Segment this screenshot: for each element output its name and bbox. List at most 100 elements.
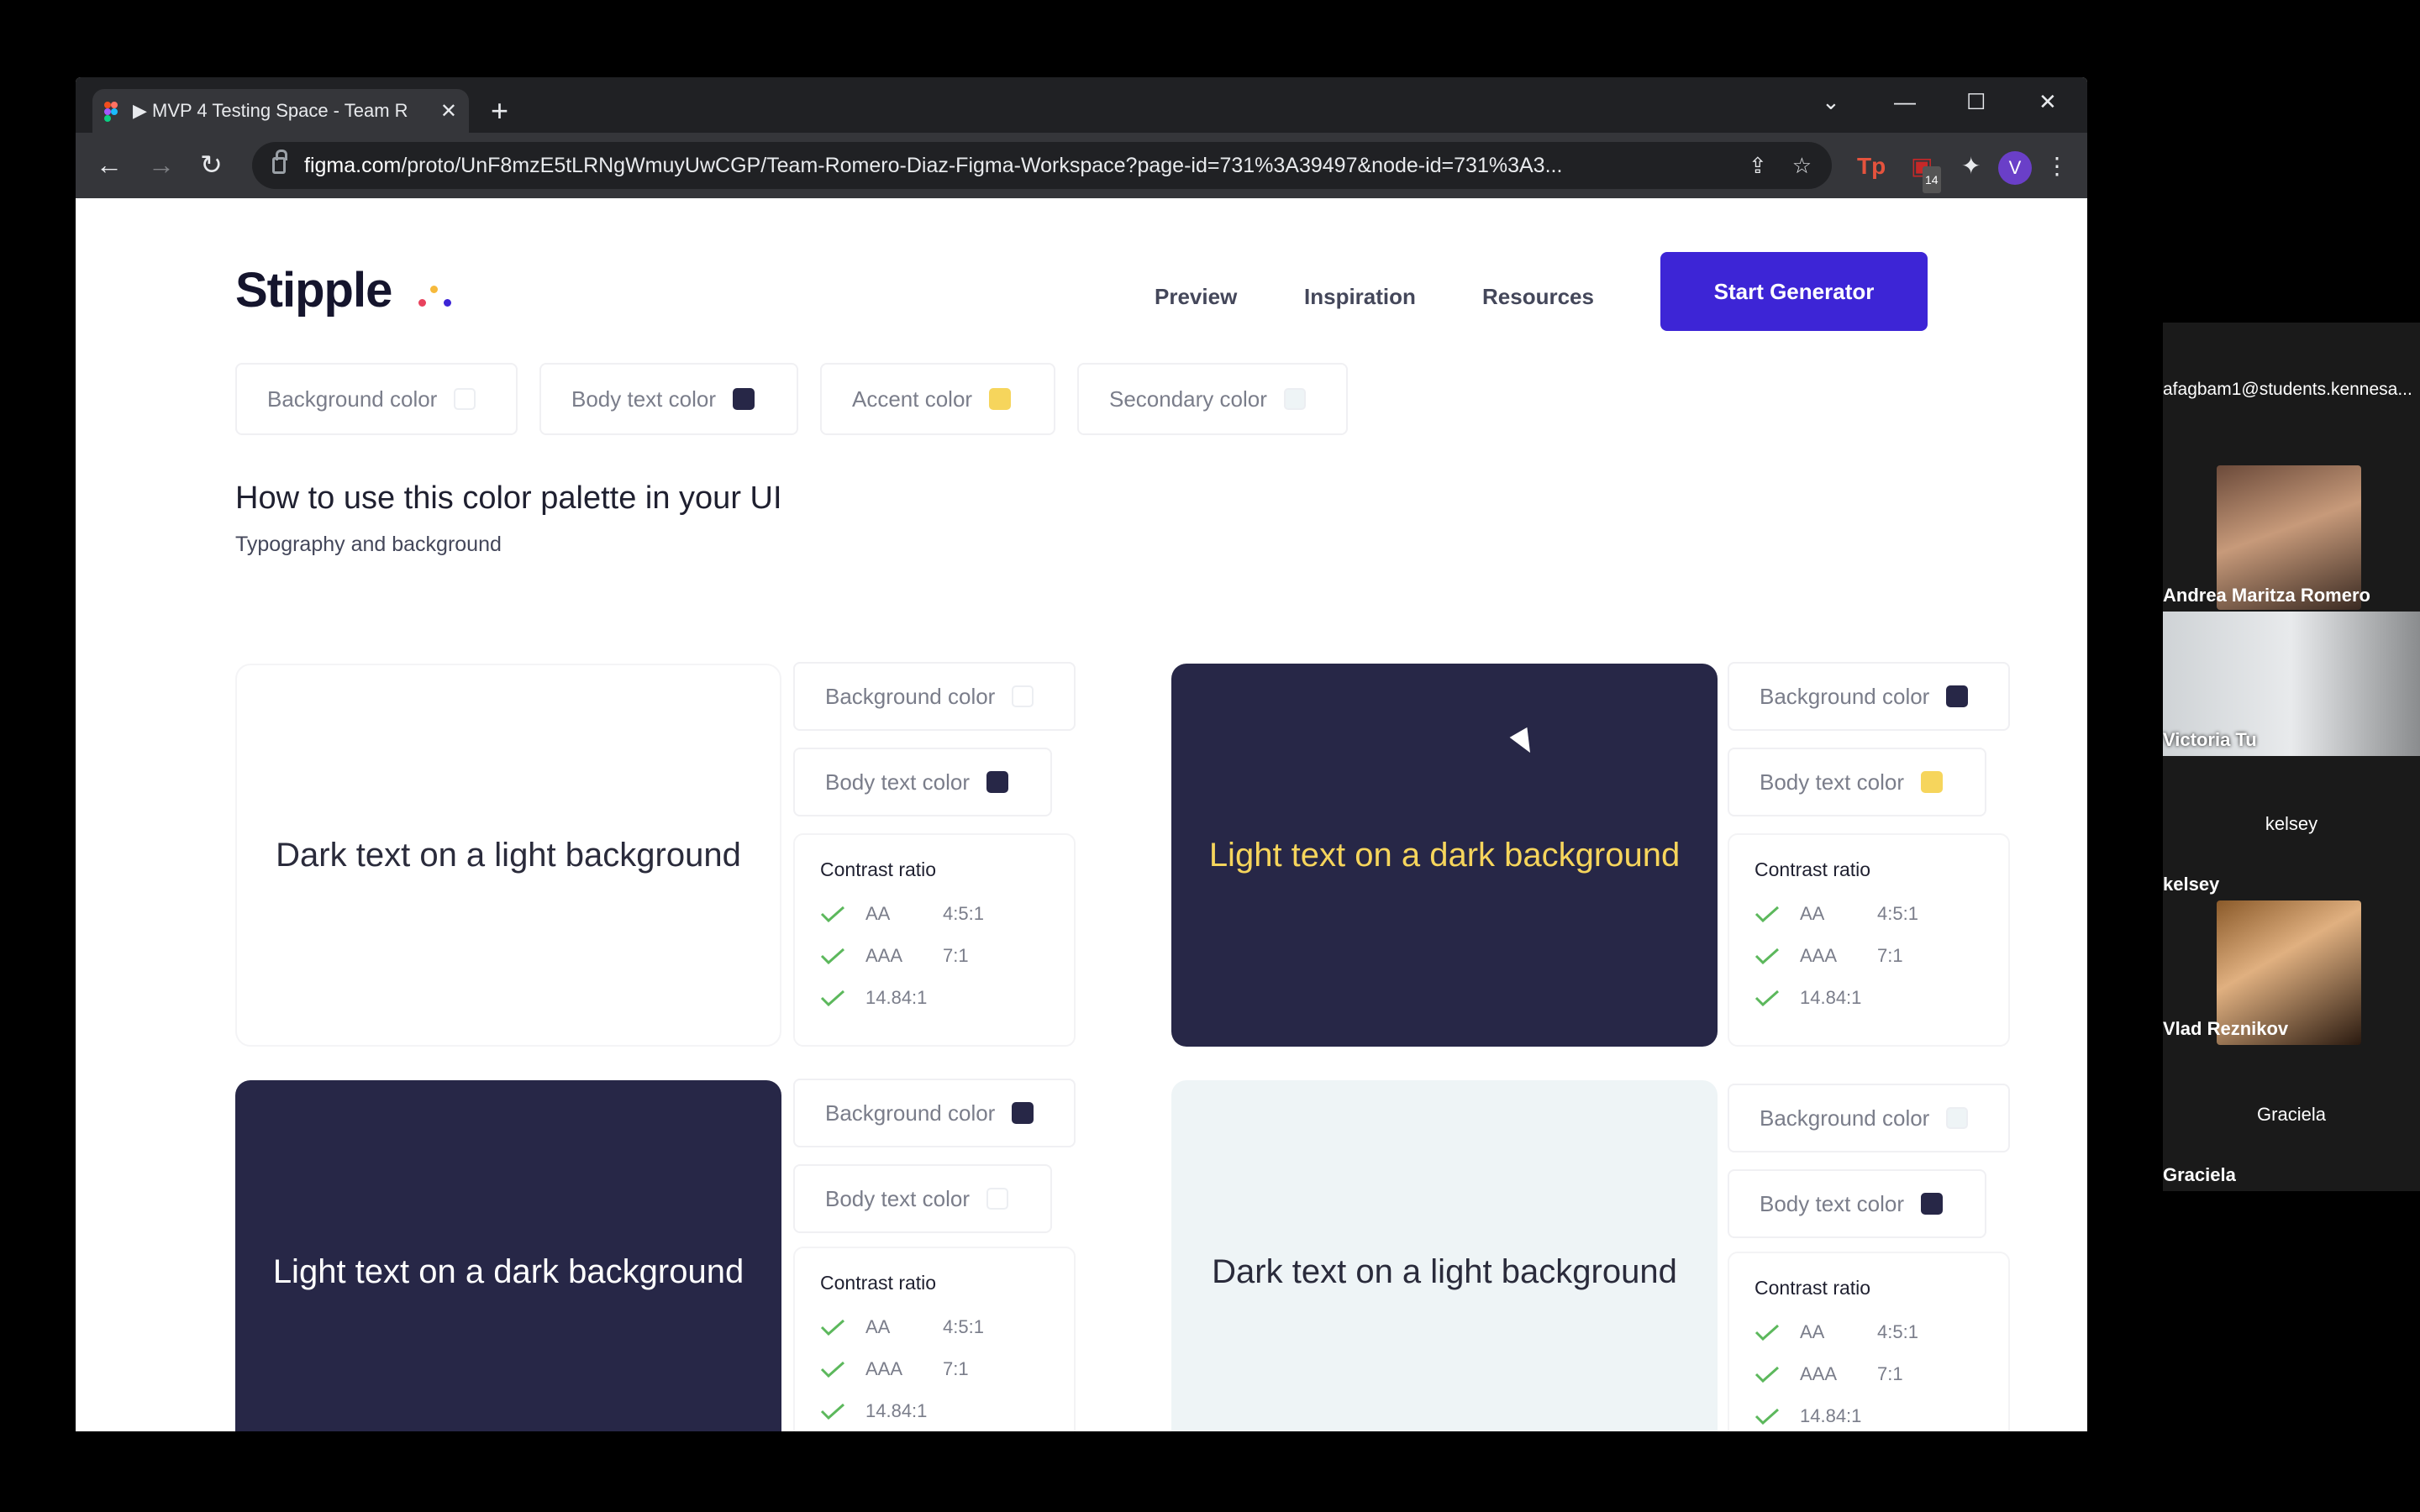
contrast-row: 14.84:1 xyxy=(1754,977,1983,1019)
preview-card: Light text on a dark background xyxy=(1171,664,1718,1047)
minimize-button[interactable]: — xyxy=(1894,89,1916,115)
contrast-title: Contrast ratio xyxy=(820,1272,937,1294)
contrast-level: 14.84:1 xyxy=(1800,1405,1862,1426)
url-domain: figma.com xyxy=(304,153,402,177)
maximize-button[interactable]: ☐ xyxy=(1966,89,1986,115)
check-icon xyxy=(820,1403,844,1420)
browser-toolbar: ← → ↻ figma.com/proto/UnF8mzE5tLRNgWmuyU… xyxy=(76,133,2087,198)
color-swatch xyxy=(1012,685,1034,707)
check-icon xyxy=(820,906,844,922)
example-bg-color[interactable]: Background color xyxy=(793,1079,1076,1147)
share-icon[interactable]: ⇪ xyxy=(1749,153,1767,179)
contrast-level: AAA xyxy=(865,945,903,966)
contrast-level: AA xyxy=(1800,1321,1825,1342)
contrast-value: 4:5:1 xyxy=(943,1316,984,1337)
participants-panel: afagbam1@students.kennesa... Andrea Mari… xyxy=(2163,323,2420,1191)
contrast-row: 14.84:1 xyxy=(820,977,1049,1019)
chip-body-text-color[interactable]: Body text color xyxy=(539,363,798,435)
example-bg-color[interactable]: Background color xyxy=(1728,662,2010,731)
example-text-color[interactable]: Body text color xyxy=(1728,1169,1986,1238)
new-tab-button[interactable]: + xyxy=(491,96,508,126)
back-button[interactable]: ← xyxy=(96,148,123,181)
check-icon xyxy=(1754,1366,1779,1383)
contrast-value: 7:1 xyxy=(1877,945,1903,966)
chevron-down-icon[interactable]: ⌄ xyxy=(1822,89,1840,115)
contrast-value: 7:1 xyxy=(943,945,969,966)
chip-secondary-color[interactable]: Secondary color xyxy=(1077,363,1348,435)
figma-icon xyxy=(104,102,123,122)
extension-badge-icon[interactable]: ▣ 14 xyxy=(1911,153,1941,193)
chip-label: Body text color xyxy=(825,1185,970,1211)
chip-label: Body text color xyxy=(1760,769,1904,795)
chip-background-color[interactable]: Background color xyxy=(235,363,518,435)
chip-label: Secondary color xyxy=(1109,386,1267,412)
contrast-row: AA 4:5:1 xyxy=(1754,893,1983,935)
nav-preview[interactable]: Preview xyxy=(1155,284,1237,310)
contrast-level: AAA xyxy=(1800,1363,1838,1384)
example-bg-color[interactable]: Background color xyxy=(793,662,1076,731)
contrast-row: AAA 7:1 xyxy=(1754,935,1983,977)
section-heading: How to use this color palette in your UI xyxy=(235,480,782,516)
close-icon[interactable]: ✕ xyxy=(440,99,457,123)
chip-accent-color[interactable]: Accent color xyxy=(820,363,1055,435)
chip-label: Background color xyxy=(825,683,996,709)
color-swatch xyxy=(1946,685,1969,707)
page-viewport: Stipple Preview Inspiration Resources St… xyxy=(76,198,2087,1431)
address-bar[interactable]: figma.com/proto/UnF8mzE5tLRNgWmuyUwCGP/T… xyxy=(252,142,1832,189)
chip-label: Background color xyxy=(267,386,438,412)
profile-avatar[interactable]: V xyxy=(1998,151,2032,185)
preview-card: Dark text on a light background xyxy=(1171,1080,1718,1431)
contrast-value: 7:1 xyxy=(943,1358,969,1379)
contrast-ratio-card: Contrast ratio AA 4:5:1 AAA 7:1 14.84:1 xyxy=(793,833,1076,1047)
start-generator-button[interactable]: Start Generator xyxy=(1660,252,1928,331)
contrast-value: 4:5:1 xyxy=(943,903,984,924)
contrast-ratio-card: Contrast ratio AA 4:5:1 AAA 7:1 14.84:1 xyxy=(1728,1252,2010,1431)
url-path: /proto/UnF8mzE5tLRNgWmuyUwCGP/Team-Romer… xyxy=(401,153,1563,177)
check-icon xyxy=(1754,1408,1779,1425)
chip-label: Body text color xyxy=(825,769,970,795)
example-text-color[interactable]: Body text color xyxy=(1728,748,1986,816)
contrast-level: 14.84:1 xyxy=(865,987,928,1008)
browser-tab[interactable]: ▶ MVP 4 Testing Space - Team R ✕ xyxy=(92,89,469,133)
check-icon xyxy=(1754,948,1779,964)
reload-button[interactable]: ↻ xyxy=(200,148,223,181)
extension-tp-icon[interactable]: Tp xyxy=(1857,153,1886,180)
example-bg-color[interactable]: Background color xyxy=(1728,1084,2010,1152)
star-icon[interactable]: ☆ xyxy=(1792,153,1812,179)
participant-name: Vlad Reznikov xyxy=(2163,1018,2289,1039)
menu-dots-icon[interactable]: ⋮ xyxy=(2045,153,2069,180)
chip-label: Background color xyxy=(1760,683,1930,709)
tab-title: ▶ MVP 4 Testing Space - Team R xyxy=(133,100,408,121)
participant-placeholder: Graciela xyxy=(2257,1104,2326,1125)
contrast-level: AAA xyxy=(1800,945,1838,966)
nav-resources[interactable]: Resources xyxy=(1482,284,1594,310)
lock-icon xyxy=(272,150,287,174)
contrast-value: 7:1 xyxy=(1877,1363,1903,1384)
chip-label: Body text color xyxy=(1760,1190,1904,1216)
contrast-title: Contrast ratio xyxy=(1754,1277,1871,1299)
nav-inspiration[interactable]: Inspiration xyxy=(1304,284,1416,310)
contrast-level: 14.84:1 xyxy=(865,1400,928,1421)
color-swatch xyxy=(1920,1193,1943,1215)
contrast-row: AA 4:5:1 xyxy=(820,893,1049,935)
contrast-row: AAA 7:1 xyxy=(820,935,1049,977)
check-icon xyxy=(1754,1324,1779,1341)
close-window-button[interactable]: ✕ xyxy=(2039,89,2057,115)
stipple-logo[interactable]: Stipple xyxy=(235,262,392,318)
contrast-row: AA 4:5:1 xyxy=(820,1306,1049,1348)
example-text-color[interactable]: Body text color xyxy=(793,748,1052,816)
browser-window: ▶ MVP 4 Testing Space - Team R ✕ + ⌄ — ☐… xyxy=(76,77,2087,1431)
color-swatch xyxy=(454,388,476,410)
example-text-color[interactable]: Body text color xyxy=(793,1164,1052,1233)
forward-button[interactable]: → xyxy=(148,148,175,181)
participant-name: Andrea Maritza Romero xyxy=(2163,585,2370,606)
contrast-row: AA 4:5:1 xyxy=(1754,1311,1983,1353)
contrast-level: 14.84:1 xyxy=(1800,987,1862,1008)
contrast-ratio-card: Contrast ratio AA 4:5:1 AAA 7:1 14.84:1 xyxy=(1728,833,2010,1047)
color-swatch xyxy=(1283,388,1306,410)
puzzle-icon[interactable]: ✦ xyxy=(1961,153,1981,180)
participant-name: kelsey xyxy=(2163,874,2220,895)
logo-dots-icon xyxy=(418,286,469,311)
color-swatch xyxy=(989,388,1012,410)
color-swatch xyxy=(1920,771,1943,793)
